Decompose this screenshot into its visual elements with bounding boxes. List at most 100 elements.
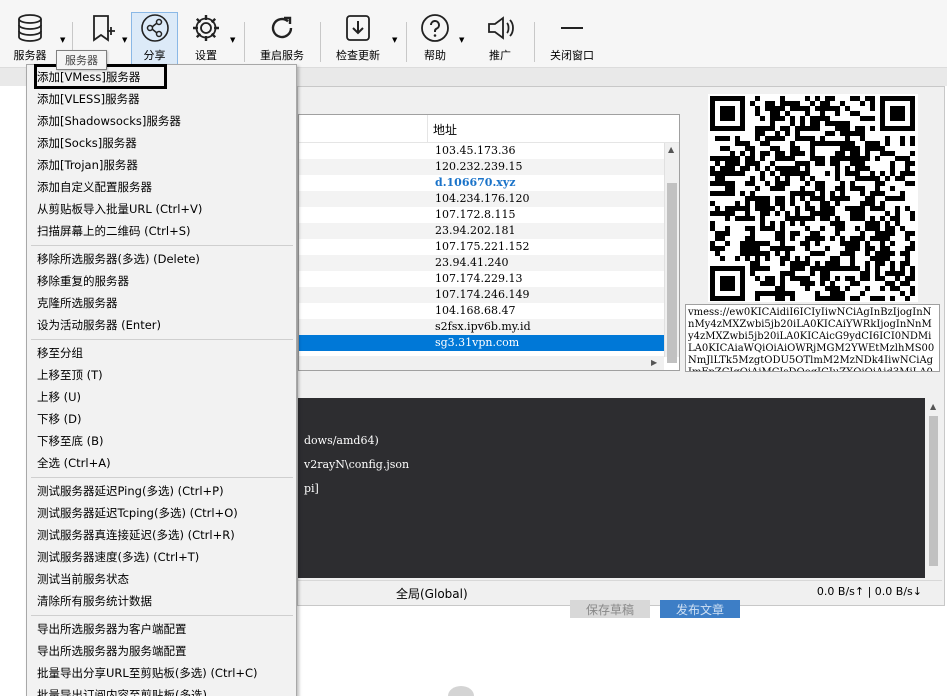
menu-item-add-custom[interactable]: 添加自定义配置服务器 [37,179,152,199]
refresh-icon [254,13,310,43]
table-row[interactable]: 104.168.68.47 [299,303,664,319]
restart-service-button[interactable]: 重启服务 [254,13,310,65]
menu-item-select-all[interactable]: 全选 (Ctrl+A) [37,455,111,475]
menu-item-test-ping[interactable]: 测试服务器延迟Ping(多选) (Ctrl+P) [37,483,224,503]
table-row-selected[interactable]: sg3.31vpn.com [299,335,664,351]
menu-item-import-clipboard[interactable]: 从剪贴板导入批量URL (Ctrl+V) [37,201,202,221]
share-icon [132,13,177,43]
bookmark-plus-icon [82,13,122,43]
menu-item-export-subscription[interactable]: 批量导出订阅内容至剪贴板(多选) [37,687,207,696]
server-address: 107.174.229.13 [435,272,523,285]
menu-item-test-status[interactable]: 测试当前服务状态 [37,571,129,591]
server-address: s2fsx.ipv6b.my.id [435,320,531,333]
speaker-icon [480,13,520,43]
table-row[interactable]: 23.94.202.181 [299,223,664,239]
save-draft-button[interactable]: 保存草稿 [570,600,650,618]
share-label: 分享 [143,49,166,62]
server-list-horizontal-scrollbar[interactable]: ▶ [299,356,664,370]
table-row[interactable]: 107.174.229.13 [299,271,664,287]
server-address: 104.168.68.47 [435,304,516,317]
help-label: 帮助 [424,49,446,62]
server-address: d.106670.xyz [435,176,516,189]
minimize-icon [544,13,600,43]
menu-item-add-socks[interactable]: 添加[Socks]服务器 [37,135,137,155]
server-list[interactable]: 地址 103.45.173.36 120.232.239.15 d.106670… [298,114,680,371]
publish-button[interactable]: 发布文章 [660,600,740,618]
servers-label: 服务器 [13,49,47,62]
server-address: 23.94.202.181 [435,224,516,237]
server-list-vertical-scrollbar[interactable]: ▲ [664,143,679,363]
server-list-header: 地址 [299,115,679,143]
scroll-right-icon[interactable]: ▶ [651,358,657,367]
menu-separator [31,615,293,616]
menu-item-add-shadowsocks[interactable]: 添加[Shadowsocks]服务器 [37,113,181,133]
menu-item-test-tcping[interactable]: 测试服务器延迟Tcping(多选) (Ctrl+O) [37,505,238,525]
close-window-label: 关闭窗口 [550,49,594,62]
check-update-button[interactable]: 检查更新 [330,13,386,65]
toolbar-divider [406,22,407,62]
menu-item-scan-qr[interactable]: 扫描屏幕上的二维码 (Ctrl+S) [37,223,191,243]
table-row[interactable]: s2fsx.ipv6b.my.id [299,319,664,335]
tooltip: 服务器 [56,50,107,70]
log-panel[interactable]: dows/amd64) v2rayN\config.json pi] [298,398,925,578]
promote-label: 推广 [489,49,511,62]
column-divider[interactable] [427,115,428,143]
menu-item-move-bottom[interactable]: 下移至底 (B) [37,433,104,453]
menu-item-move-top[interactable]: 上移至顶 (T) [37,367,103,387]
menu-separator [31,245,293,246]
subscription-chevron-down-icon[interactable]: ▼ [122,36,127,44]
scrollbar-thumb[interactable] [667,183,677,363]
scrollbar-thumb[interactable] [929,416,938,566]
log-line: pi] [304,482,319,495]
menu-item-export-server[interactable]: 导出所选服务器为服务端配置 [37,643,187,663]
table-row[interactable]: 107.172.8.115 [299,207,664,223]
scroll-up-icon[interactable]: ▲ [930,402,936,411]
table-row[interactable]: 103.45.173.36 [299,143,664,159]
log-scrollbar[interactable]: ▲ [925,398,942,578]
menu-item-move-down[interactable]: 下移 (D) [37,411,81,431]
menu-item-clear-stats[interactable]: 清除所有服务统计数据 [37,593,152,613]
server-address: sg3.31vpn.com [435,336,520,349]
table-row[interactable]: 107.174.246.149 [299,287,664,303]
menu-item-add-vless[interactable]: 添加[VLESS]服务器 [37,91,140,111]
table-row[interactable]: 120.232.239.15 [299,159,664,175]
server-address: 103.45.173.36 [435,144,516,157]
help-chevron-down-icon[interactable]: ▼ [459,36,464,44]
toolbar-divider [534,22,535,62]
routing-mode-status[interactable]: 全局(Global) [396,585,468,602]
menu-item-export-share-urls[interactable]: 批量导出分享URL至剪贴板(多选) (Ctrl+C) [37,665,258,685]
share-url-text[interactable]: vmess://ew0KICAidiI6ICIyIiwNCiAgInBzIjog… [685,304,940,372]
menu-item-test-real-delay[interactable]: 测试服务器真连接延迟(多选) (Ctrl+R) [37,527,235,547]
server-address: 104.234.176.120 [435,192,530,205]
table-row[interactable]: 107.175.221.152 [299,239,664,255]
settings-chevron-down-icon[interactable]: ▼ [230,36,235,44]
promote-button[interactable]: 推广 [480,13,520,65]
menu-item-test-speed[interactable]: 测试服务器速度(多选) (Ctrl+T) [37,549,199,569]
menu-item-add-trojan[interactable]: 添加[Trojan]服务器 [37,157,138,177]
settings-button[interactable]: 设置 [186,13,226,65]
servers-button[interactable]: 服务器 [6,13,54,65]
check-update-chevron-down-icon[interactable]: ▼ [392,36,397,44]
help-button[interactable]: 帮助 [416,13,454,65]
table-row[interactable]: 23.94.41.240 [299,255,664,271]
close-window-button[interactable]: 关闭窗口 [544,13,600,65]
menu-item-set-active[interactable]: 设为活动服务器 (Enter) [37,317,161,337]
log-line: v2rayN\config.json [304,458,410,471]
server-address: 107.174.246.149 [435,288,530,301]
table-row[interactable]: d.106670.xyz [299,175,664,191]
scroll-up-icon[interactable]: ▲ [668,145,674,154]
column-header-address[interactable]: 地址 [433,121,457,138]
menu-item-move-up[interactable]: 上移 (U) [37,389,81,409]
servers-chevron-down-icon[interactable]: ▼ [60,36,65,44]
gear-icon [186,13,226,43]
menu-item-move-to-group[interactable]: 移至分组 [37,345,83,365]
table-row[interactable]: 104.234.176.120 [299,191,664,207]
qr-finder-pattern [880,96,915,131]
menu-item-remove-selected[interactable]: 移除所选服务器(多选) (Delete) [37,251,200,271]
share-qr-code [708,94,918,302]
share-button[interactable]: 分享 [131,12,178,66]
menu-item-export-client[interactable]: 导出所选服务器为客户端配置 [37,621,187,641]
menu-separator [31,477,293,478]
menu-item-remove-duplicates[interactable]: 移除重复的服务器 [37,273,129,293]
menu-item-clone[interactable]: 克隆所选服务器 [37,295,118,315]
